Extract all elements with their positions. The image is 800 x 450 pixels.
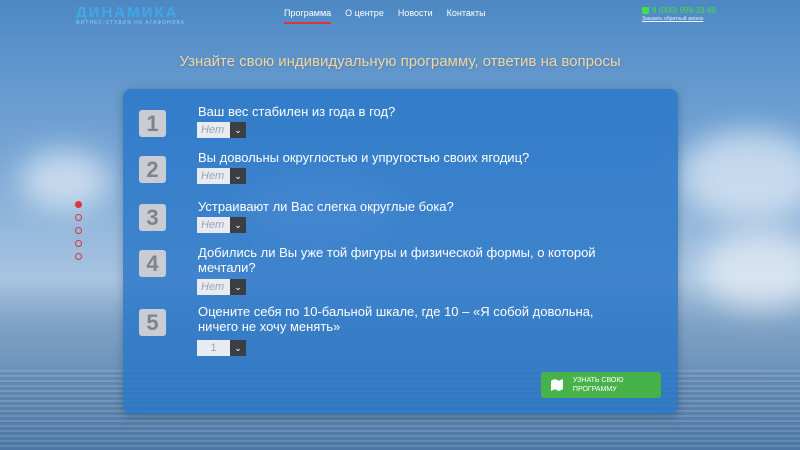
question-text: Устраивают ли Вас слегка округлые бока? [198,199,454,214]
answer-value: Нет [197,168,230,184]
slider-dot-5[interactable] [75,253,82,260]
question-number: 1 [139,110,166,137]
main-nav: Программа О центре Новости Контакты [284,8,486,24]
slider-pagination [75,201,82,260]
slider-dot-2[interactable] [75,214,82,221]
answer-value: 1 [197,340,230,356]
contact-block: 8 (000) 999-33-88 Заказать обратный звон… [642,6,716,22]
question-number: 5 [139,309,166,336]
get-program-label: УЗНАТЬ СВОЮ ПРОГРАММУ [572,377,624,393]
question-number: 2 [139,156,166,183]
nav-item-about[interactable]: О центре [345,8,384,24]
chevron-down-icon: ⌄ [230,279,246,295]
answer-select[interactable]: Нет ⌄ [197,217,246,233]
question-number: 3 [139,204,166,231]
question-text: Оцените себя по 10-бальной шкале, где 10… [198,304,594,334]
question-text: Ваш вес стабилен из года в год? [198,104,396,119]
page-title: Узнайте свою индивидуальную программу, о… [179,53,621,70]
callback-link[interactable]: Заказать обратный звонок [642,16,716,22]
map-icon [551,379,563,391]
chevron-down-icon: ⌄ [230,122,246,138]
question-text: Добились ли Вы уже той фигуры и физическ… [198,245,596,275]
question-text: Вы довольны округлостью и упругостью сво… [198,150,530,165]
answer-value: Нет [197,279,230,295]
slider-dot-3[interactable] [75,227,82,234]
nav-item-contacts[interactable]: Контакты [447,8,486,24]
answer-select[interactable]: 1 ⌄ [197,340,246,356]
answer-value: Нет [197,217,230,233]
phone-number: 8 (000) 999-33-88 [652,6,717,15]
get-program-button[interactable]: УЗНАТЬ СВОЮ ПРОГРАММУ [541,372,661,398]
answer-select[interactable]: Нет ⌄ [197,168,246,184]
nav-item-program[interactable]: Программа [284,8,332,24]
answer-select[interactable]: Нет ⌄ [197,122,246,138]
answer-select[interactable]: Нет ⌄ [197,279,246,295]
question-number: 4 [139,250,166,277]
phone-icon [642,7,649,14]
slider-dot-4[interactable] [75,240,82,247]
questionnaire-panel: 1 Ваш вес стабилен из года в год? Нет ⌄ … [123,89,678,414]
answer-value: Нет [197,122,230,138]
logo-subtitle: ФИТНЕС-СТУДИЯ НА АГАФОНОВА [76,20,186,26]
phone[interactable]: 8 (000) 999-33-88 [642,6,716,15]
logo[interactable]: ДИНАМИКА ФИТНЕС-СТУДИЯ НА АГАФОНОВА [76,4,185,26]
nav-item-news[interactable]: Новости [398,8,433,24]
chevron-down-icon: ⌄ [230,168,246,184]
chevron-down-icon: ⌄ [230,340,246,356]
chevron-down-icon: ⌄ [230,217,246,233]
logo-title: ДИНАМИКА [76,4,179,21]
slider-dot-1[interactable] [75,201,82,208]
